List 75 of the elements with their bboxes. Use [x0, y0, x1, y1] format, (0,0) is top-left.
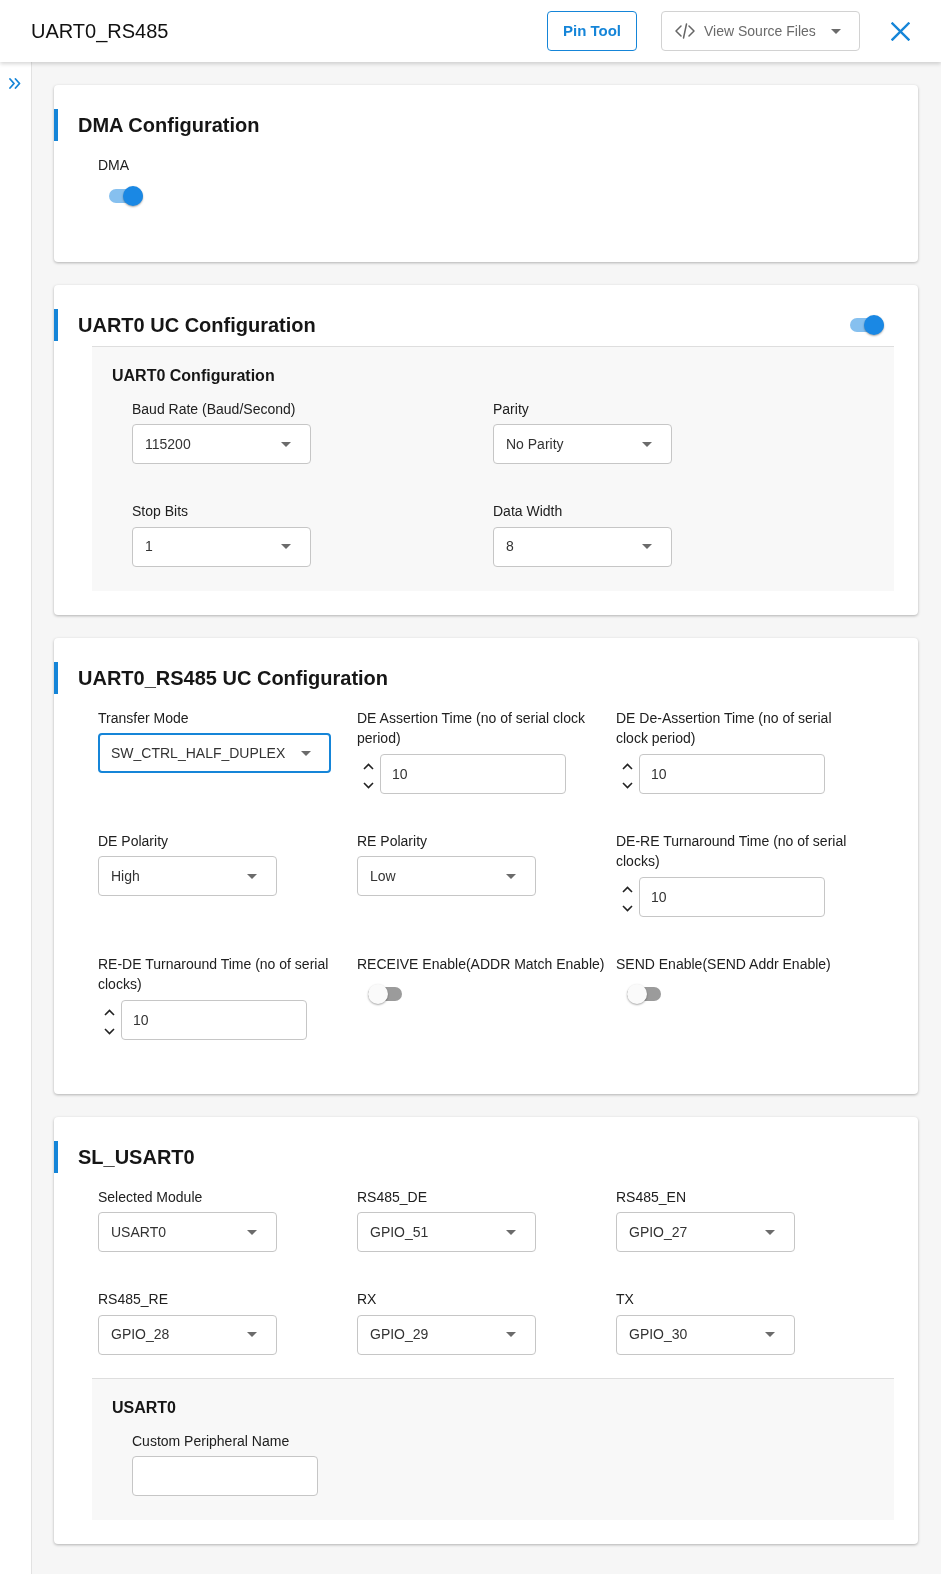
dropdown[interactable]: 1	[132, 526, 311, 567]
field-label: RX	[357, 1290, 378, 1309]
dropdown[interactable]: Low	[357, 856, 536, 896]
text-input[interactable]	[132, 1456, 318, 1496]
dropdown[interactable]: GPIO_51	[357, 1212, 536, 1252]
close-icon[interactable]	[891, 21, 910, 41]
dropdown[interactable]: No Parity	[493, 424, 672, 464]
chevron-up-icon[interactable]	[104, 1008, 115, 1016]
caret-icon	[281, 544, 291, 549]
dropdown[interactable]: 115200	[132, 424, 311, 464]
field-label: Parity	[493, 399, 530, 419]
field-label: DE-RE Turnaround Time (no of serial clocks)	[616, 831, 848, 871]
toggle-switch[interactable]	[627, 982, 661, 1006]
field-label: Data Width	[493, 502, 564, 521]
caret-icon	[281, 441, 291, 447]
caret-icon	[506, 1229, 516, 1235]
field-label: TX	[616, 1290, 635, 1309]
caret-icon	[765, 1229, 775, 1235]
field-label: Transfer Mode	[98, 708, 190, 728]
caret-icon	[506, 873, 516, 879]
field-label: RS485_DE	[357, 1187, 429, 1207]
chevron-down-icon[interactable]	[104, 1027, 115, 1035]
dropdown[interactable]: GPIO_27	[616, 1212, 795, 1252]
number-input[interactable]: 10	[639, 753, 825, 794]
double-chevron-right-icon[interactable]	[9, 77, 21, 89]
section-title: UART0_RS485 UC Configuration	[54, 661, 389, 694]
caret-icon	[506, 1332, 516, 1337]
field-label: Stop Bits	[132, 502, 190, 521]
chevron-down-icon[interactable]	[622, 904, 633, 912]
field-label: DE De-Assertion Time (no of serial clock period)	[616, 708, 833, 748]
caret-icon	[765, 1332, 775, 1337]
field-label: Selected Module	[98, 1187, 204, 1207]
number-input[interactable]: 10	[639, 876, 825, 917]
field-label: RECEIVE Enable(ADDR Match Enable)	[357, 954, 606, 974]
toggle-switch[interactable]	[368, 982, 402, 1006]
dropdown[interactable]: 8	[493, 526, 672, 567]
caret-icon	[247, 873, 257, 879]
number-input[interactable]: 10	[380, 753, 566, 794]
caret-icon	[831, 28, 841, 34]
section-title: DMA Configuration	[54, 109, 260, 141]
dropdown[interactable]: GPIO_29	[357, 1314, 536, 1355]
field-label: RE Polarity	[357, 831, 429, 851]
field-label: DE Polarity	[98, 831, 170, 851]
chevron-down-icon[interactable]	[622, 781, 633, 789]
dropdown[interactable]: High	[98, 856, 277, 896]
group-title: USART0	[111, 1397, 177, 1418]
dropdown[interactable]: GPIO_30	[616, 1314, 795, 1355]
dropdown[interactable]: USART0	[98, 1212, 277, 1252]
field-label: SEND Enable(SEND Addr Enable)	[616, 954, 832, 974]
group-title: UART0 Configuration	[111, 365, 276, 386]
caret-icon	[642, 441, 652, 447]
field-label: RE-DE Turnaround Time (no of serial clocks)	[98, 954, 330, 994]
page-title: UART0_RS485	[31, 19, 169, 43]
section-title: UART0 UC Configuration	[54, 308, 316, 341]
chevron-up-icon[interactable]	[622, 762, 633, 770]
field-label: DMA	[98, 156, 131, 175]
number-input[interactable]: 10	[121, 999, 307, 1040]
chevron-down-icon[interactable]	[363, 781, 374, 789]
caret-icon	[247, 1229, 257, 1235]
caret-icon	[642, 544, 652, 549]
dropdown[interactable]: SW_CTRL_HALF_DUPLEX	[98, 733, 332, 773]
view-source-files-dropdown[interactable]: View Source Files	[661, 11, 860, 51]
field-label: RS485_EN	[616, 1187, 688, 1207]
field-label: Baud Rate (Baud/Second)	[132, 399, 297, 419]
field-label: DE Assertion Time (no of serial clock period)	[357, 708, 586, 748]
code-icon	[675, 23, 695, 39]
pin-tool-button[interactable]: Pin Tool	[546, 11, 637, 51]
field-label: Custom Peripheral Name	[132, 1431, 291, 1451]
caret-icon	[247, 1332, 257, 1337]
section-title: SL_USART0	[54, 1140, 195, 1173]
chevron-up-icon[interactable]	[363, 762, 374, 770]
caret-icon	[301, 750, 312, 756]
chevron-up-icon[interactable]	[622, 885, 633, 893]
field-label: RS485_RE	[98, 1290, 170, 1309]
dropdown[interactable]: GPIO_28	[98, 1314, 277, 1355]
